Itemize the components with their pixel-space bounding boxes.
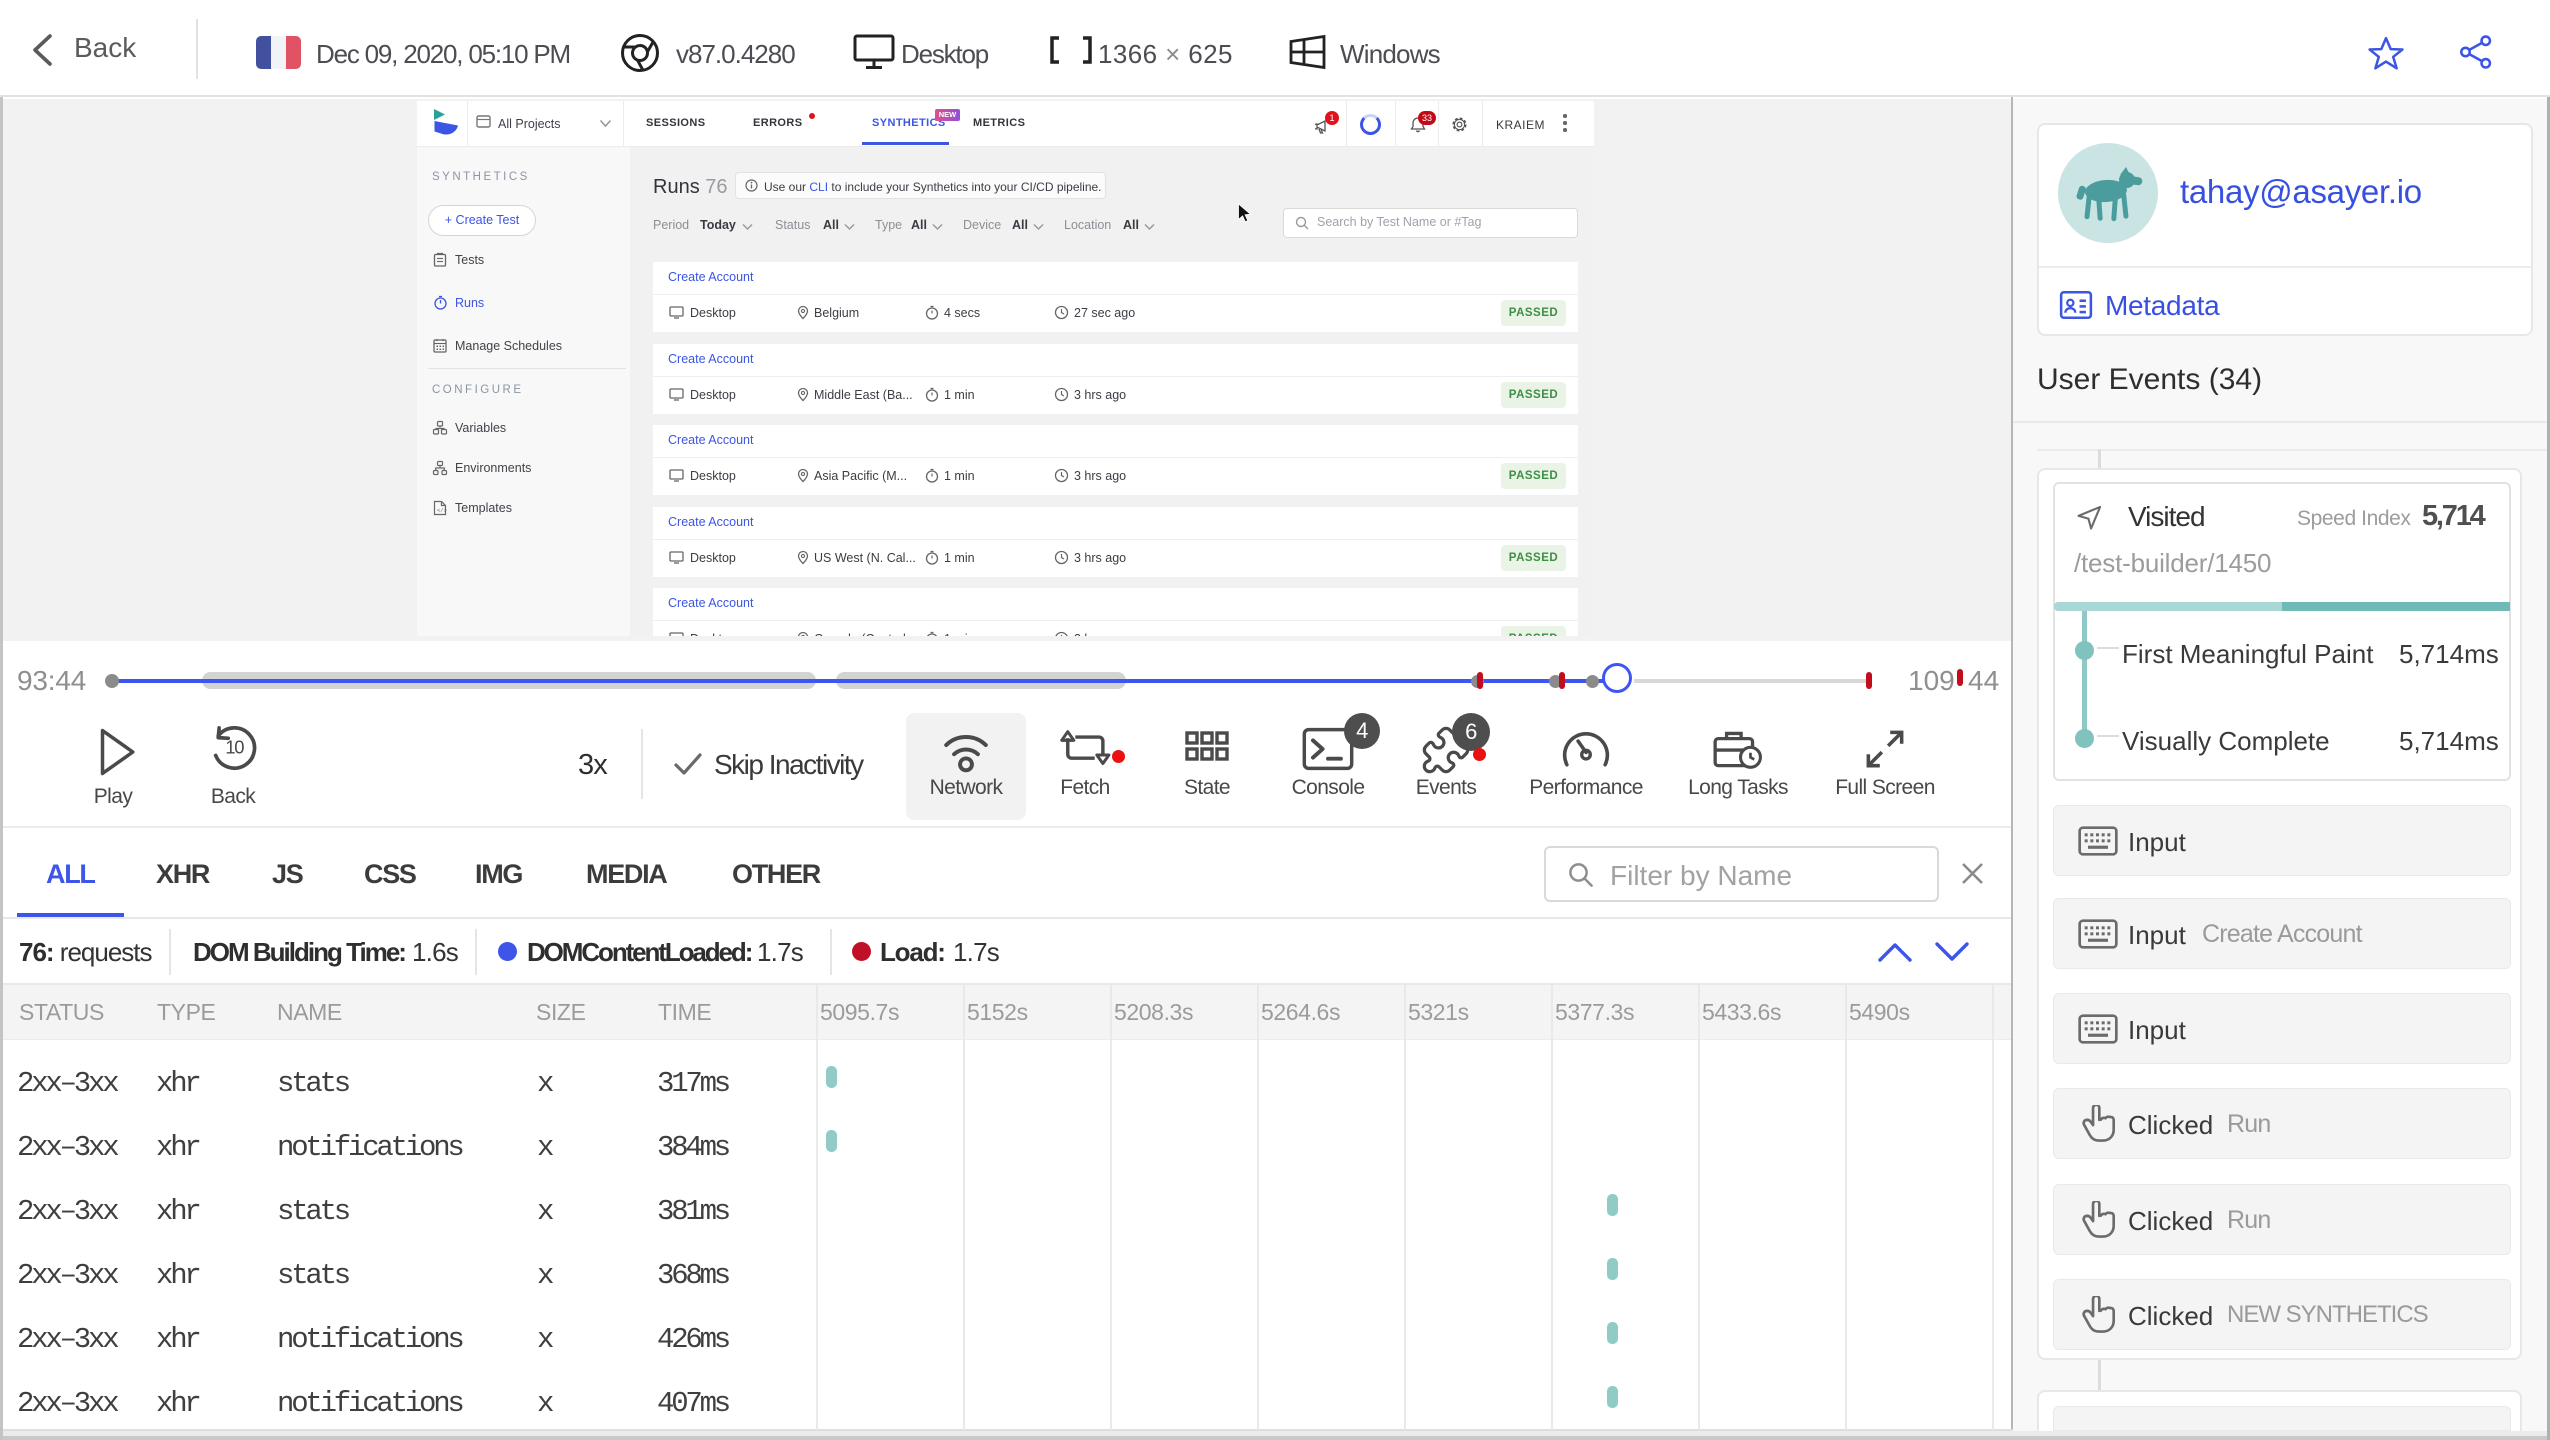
svg-text:</>: </>	[437, 507, 447, 514]
svg-text:10: 10	[225, 736, 244, 757]
